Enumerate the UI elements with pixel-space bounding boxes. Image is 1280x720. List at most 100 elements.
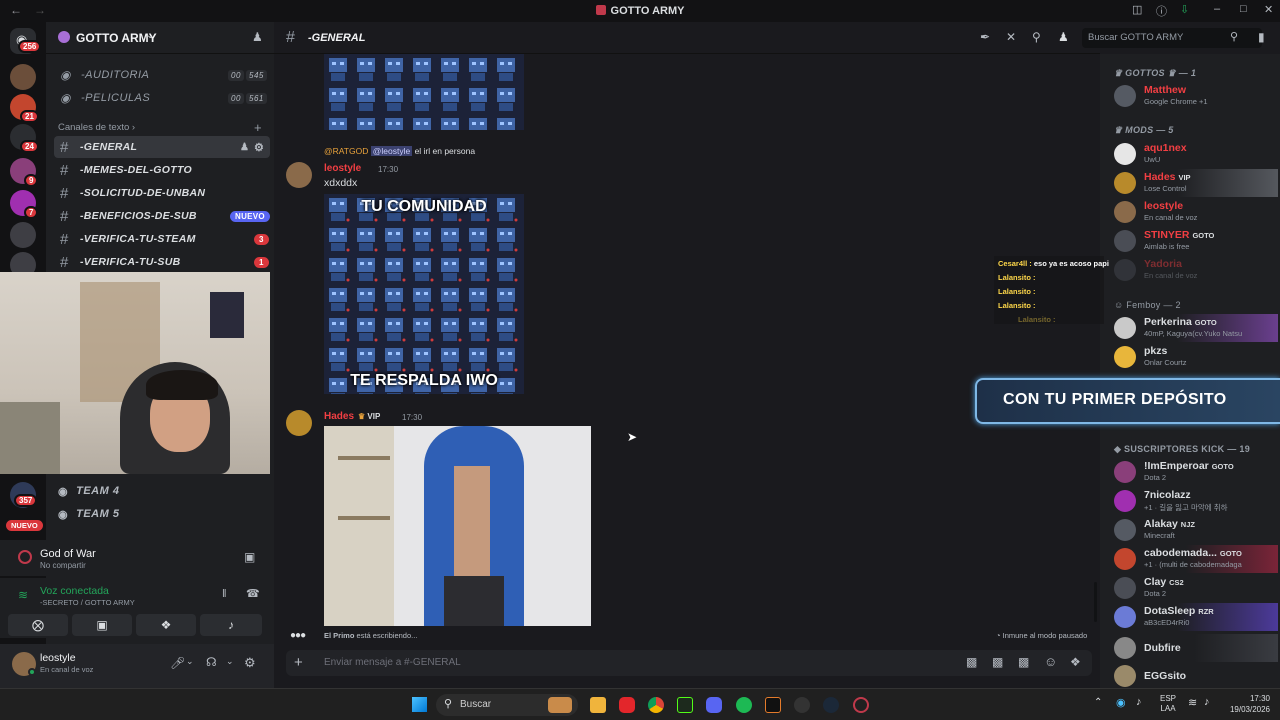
meme-image[interactable]: TU COMUNIDAD TE RESPALDA IWO <box>324 194 524 394</box>
channel-beneficios[interactable]: # -BENEFICIOS-DE-SUB NUEVO <box>54 205 270 227</box>
scrollbar[interactable] <box>1094 582 1097 622</box>
clock[interactable]: 17:30 19/03/2026 <box>1224 693 1270 715</box>
message-author[interactable]: leostyle <box>324 163 361 174</box>
obs-icon[interactable] <box>677 697 693 713</box>
add-attachment-icon[interactable]: + <box>294 654 303 671</box>
voice-channel-team5[interactable]: ◉ TEAM 5 <box>58 505 268 523</box>
channel-unban[interactable]: # -SOLICITUD-DE-UNBAN <box>54 182 270 204</box>
chevron-down-icon[interactable]: ⌄ <box>186 656 194 667</box>
member-row[interactable]: Perkerina GOTO 40mP, Kaguya(cv.Yuko Natsu <box>1110 314 1278 342</box>
avatar[interactable] <box>286 410 312 436</box>
server-badge: 7 <box>24 206 39 219</box>
invite-icon[interactable]: ♟ <box>240 142 249 153</box>
member-row[interactable]: Alakay NJZ Minecraft <box>1110 516 1278 544</box>
channel-memes[interactable]: # -MEMES-DEL-GOTTO <box>54 159 270 181</box>
channel-label: -GENERAL <box>80 141 138 153</box>
download-icon[interactable]: ⇩ <box>1180 3 1189 16</box>
gif-icon[interactable]: ▩ <box>992 655 1003 669</box>
channel-verifica-steam[interactable]: # -VERIFICA-TU-STEAM 3 <box>54 228 270 250</box>
wifi-icon[interactable]: ≋ <box>1188 696 1197 709</box>
message-image[interactable] <box>324 426 591 626</box>
member-row[interactable]: cabodemada... GOTO +1 · (multi de cabodem… <box>1110 545 1278 573</box>
add-channel-icon[interactable]: + <box>254 120 262 135</box>
server-icon[interactable] <box>10 222 36 248</box>
steam-icon[interactable] <box>823 697 839 713</box>
god-of-war-icon[interactable] <box>853 697 869 713</box>
terminal-icon[interactable] <box>765 697 781 713</box>
voice-channel-peliculas[interactable]: ◉ -PELICULAS 00 561 <box>60 89 270 107</box>
gift-icon[interactable]: ▩ <box>966 655 977 669</box>
member-row[interactable]: Hades VIP Lose Control <box>1110 169 1278 197</box>
member-row[interactable]: aqu1nex UwU <box>1110 140 1278 168</box>
minimize-icon[interactable]: – <box>1214 3 1220 15</box>
volume-icon[interactable]: ♪ <box>1204 696 1210 708</box>
headphones-icon[interactable]: ☊ <box>206 655 217 669</box>
pin-icon[interactable]: ⚲ <box>1032 30 1041 44</box>
disconnect-icon[interactable]: ☎ <box>246 587 260 600</box>
chrome-icon[interactable] <box>648 697 664 713</box>
chevron-down-icon[interactable]: ⌄ <box>226 656 234 667</box>
reply-preview[interactable]: @RATGOD @leostyle el irl en persona <box>324 146 475 156</box>
youtube-icon[interactable] <box>619 697 635 713</box>
member-row[interactable]: Clay CS2 Dota 2 <box>1110 574 1278 602</box>
member-row[interactable]: Yadoria En canal de voz <box>1110 256 1278 284</box>
app-icon[interactable] <box>794 697 810 713</box>
member-row[interactable]: EGGsito <box>1110 662 1278 690</box>
taskbar-search[interactable]: ⚲ Buscar <box>436 694 578 716</box>
member-row[interactable]: Matthew Google Chrome +1 <box>1110 82 1278 110</box>
close-icon[interactable]: ✕ <box>1264 3 1273 16</box>
guild-header[interactable]: GOTTO ARMY ⌄ ♟ <box>46 22 274 54</box>
sticker-icon[interactable]: ▩ <box>1018 655 1029 669</box>
maximize-icon[interactable]: □ <box>1240 3 1247 15</box>
chevron-up-icon[interactable]: ⌃ <box>1094 697 1102 708</box>
category-text-channels[interactable]: Canales de texto › <box>58 122 135 133</box>
emoji-icon[interactable]: ☺ <box>1044 654 1057 669</box>
notifications-off-icon[interactable]: ✕ <box>1006 30 1016 44</box>
windows-start-icon[interactable] <box>412 697 427 712</box>
microphone-icon[interactable]: 🎤︎ <box>170 656 185 670</box>
camera-off-icon[interactable]: ⨂ <box>8 614 68 636</box>
member-list-icon[interactable]: ♟ <box>1058 30 1069 44</box>
member-row[interactable]: DotaSleep RZR aB3cED4rRi0 <box>1110 603 1278 631</box>
message-input[interactable]: + Enviar mensaje a #-GENERAL ▩ ▩ ▩ ☺ ❖ <box>286 650 1092 676</box>
avatar[interactable] <box>286 162 312 188</box>
soundboard-icon[interactable]: ♪ <box>200 614 262 636</box>
discord-icon[interactable] <box>706 697 722 713</box>
voice-location[interactable]: -SECRETO / GOTTO ARMY <box>40 598 135 607</box>
voice-channel-auditoria[interactable]: ◉ -AUDITORIA 00 545 <box>60 66 270 84</box>
stream-icon[interactable]: ▣ <box>244 550 255 564</box>
member-row[interactable]: STINYER GOTO Aimlab is free <box>1110 227 1278 255</box>
member-row[interactable]: leostyle En canal de voz <box>1110 198 1278 226</box>
message-image[interactable] <box>324 54 524 130</box>
screen-share-icon[interactable]: ▣ <box>72 614 132 636</box>
member-row[interactable]: pkzs Onlar Courtz <box>1110 343 1278 371</box>
activities-icon[interactable]: ❖ <box>136 614 196 636</box>
activity-panel[interactable]: God of War No compartir ▣ <box>0 540 274 576</box>
microphone-icon[interactable]: ♪ <box>1136 696 1142 708</box>
hash-icon: # <box>60 138 69 156</box>
spotify-icon[interactable] <box>736 697 752 713</box>
search-input[interactable]: Buscar GOTTO ARMY ⚲ <box>1082 28 1262 48</box>
file-explorer-icon[interactable] <box>590 697 606 713</box>
inbox-icon[interactable]: ▮ <box>1258 30 1265 44</box>
voice-channel-team4[interactable]: ◉ TEAM 4 <box>58 482 268 500</box>
message-author[interactable]: Hades <box>324 411 354 422</box>
threads-icon[interactable]: ✒ <box>980 30 990 44</box>
settings-gear-icon[interactable]: ⚙ <box>244 655 256 671</box>
member-row[interactable]: Dubfire <box>1110 634 1278 662</box>
member-row[interactable]: !ImEmperoar GOTO Dota 2 <box>1110 458 1278 486</box>
apps-icon[interactable]: ❖ <box>1070 655 1081 669</box>
online-status-icon <box>28 668 36 676</box>
settings-gear-icon[interactable]: ⚙ <box>254 141 264 154</box>
help-icon[interactable]: ⓘ <box>1156 3 1167 19</box>
server-icon[interactable] <box>10 64 36 90</box>
add-member-icon[interactable]: ♟ <box>252 30 263 44</box>
tray-icon[interactable]: ◉ <box>1116 696 1126 709</box>
language-indicator[interactable]: ESP LAA <box>1160 694 1176 714</box>
noise-icon[interactable]: ‖ <box>222 588 227 600</box>
avatar <box>1114 548 1136 570</box>
inbox-icon[interactable]: ◫ <box>1132 3 1142 16</box>
member-row[interactable]: 7nicolazz +1 · 길을 잃고 마악에 취하 <box>1110 487 1278 515</box>
channel-verifica-sub[interactable]: # -VERIFICA-TU-SUB 1 <box>54 251 270 273</box>
channel-general[interactable]: # -GENERAL ♟ ⚙ <box>54 136 270 158</box>
